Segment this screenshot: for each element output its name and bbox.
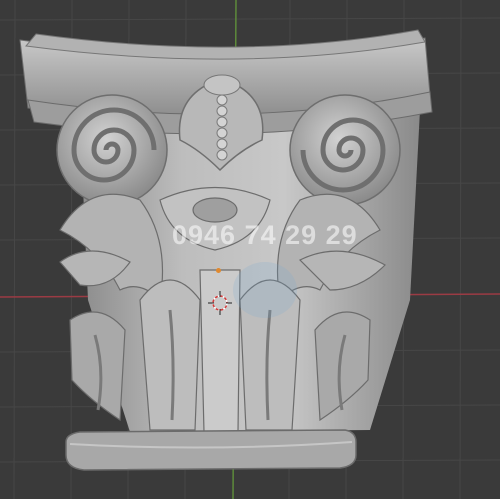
astragal-ring (65, 429, 357, 471)
3d-viewport[interactable]: 0946 74 29 29 (0, 0, 500, 499)
volute-right (289, 94, 401, 206)
gizmo-blue-highlight (233, 262, 297, 318)
object-origin-dot (216, 268, 221, 273)
3d-cursor-icon[interactable] (208, 291, 232, 315)
volute-left (56, 94, 168, 206)
phone-watermark: 0946 74 29 29 (172, 220, 358, 250)
